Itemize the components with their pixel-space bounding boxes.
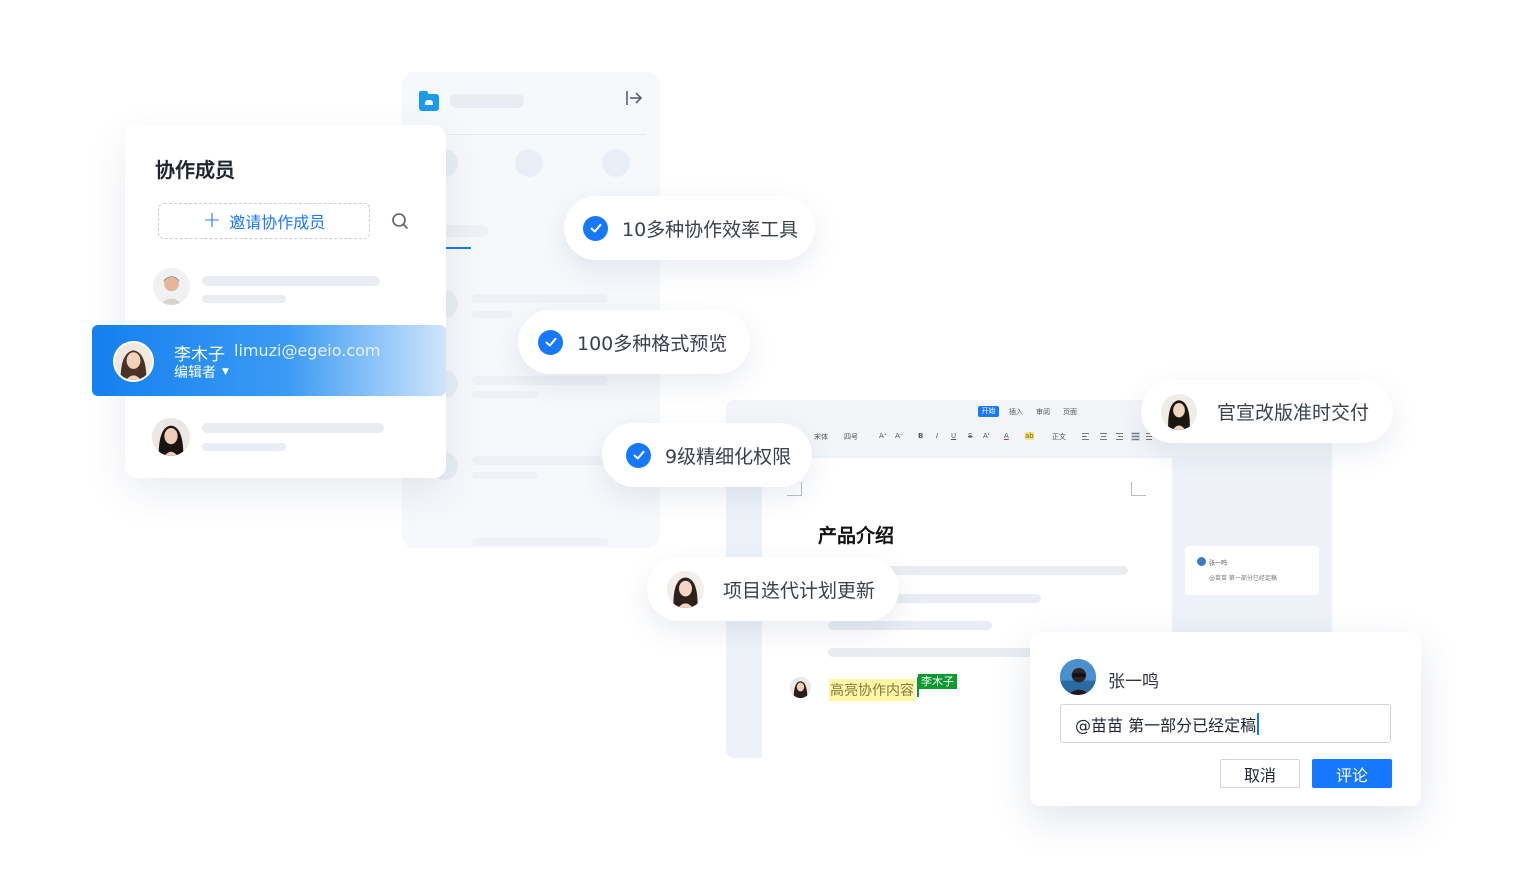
user-avatar <box>667 570 704 608</box>
text-cursor <box>1257 712 1259 735</box>
file-row-placeholder <box>472 456 608 465</box>
members-title: 协作成员 <box>155 158 235 182</box>
tab-insert[interactable]: 插入 <box>1009 407 1023 417</box>
activity-pill: 项目迭代计划更新 <box>647 557 899 621</box>
underline-button[interactable]: U <box>951 432 956 440</box>
collaborator-cursor-label: 李木子 <box>918 674 957 689</box>
role-dropdown[interactable]: 编辑者 ▼ <box>174 362 229 382</box>
commenter-name: 张一鸣 <box>1108 672 1159 692</box>
submit-comment-button[interactable]: 评论 <box>1312 759 1392 788</box>
divider <box>412 134 646 135</box>
comment-text: @苗苗 第一部分已经定稿 <box>1209 575 1277 582</box>
paragraph-style-select[interactable]: 正文 <box>1052 432 1066 442</box>
invite-label: 邀请协作成员 <box>229 213 326 232</box>
member-row-placeholder <box>202 423 384 433</box>
commenter-avatar <box>1060 659 1096 695</box>
text-line-placeholder <box>828 621 992 630</box>
activity-pill: 官宣改版准时交付 <box>1141 380 1393 443</box>
document-title: 产品介绍 <box>818 525 895 547</box>
tab-review[interactable]: 审阅 <box>1036 407 1050 417</box>
feature-label: 100多种格式预览 <box>577 332 728 355</box>
comment-author: 张一鸣 <box>1209 560 1228 567</box>
active-tab-indicator <box>446 247 471 249</box>
member-row-placeholder <box>202 276 380 286</box>
member-email: limuzi@egeio.com <box>234 341 381 360</box>
member-avatar-placeholder <box>602 149 630 177</box>
tab-start[interactable]: 开始 <box>978 406 999 417</box>
member-avatar <box>152 418 190 456</box>
check-circle-icon <box>626 442 651 468</box>
feature-label: 10多种协作效率工具 <box>622 218 799 241</box>
search-icon[interactable] <box>390 211 410 231</box>
comment-sidebar-card[interactable] <box>1185 546 1319 595</box>
tab-page[interactable]: 页面 <box>1063 407 1077 417</box>
feature-pill: 100多种格式预览 <box>518 310 750 374</box>
role-label: 编辑者 <box>174 365 216 381</box>
comment-input[interactable]: @苗苗 第一部分已经定稿 <box>1060 704 1391 743</box>
file-row-placeholder <box>472 294 608 303</box>
collaborator-avatar <box>790 677 811 698</box>
font-color-button[interactable]: A <box>1004 432 1009 440</box>
activity-label: 官宣改版准时交付 <box>1217 402 1370 424</box>
grow-font-button[interactable]: A⁺ <box>879 432 887 440</box>
align-buttons-icon[interactable] <box>1082 432 1152 441</box>
bold-button[interactable]: B <box>918 432 923 440</box>
check-circle-icon <box>583 215 608 241</box>
check-circle-icon <box>538 329 563 355</box>
font-family-select[interactable]: 宋体 <box>814 432 828 442</box>
plus-icon: + <box>202 208 222 233</box>
file-row-placeholder <box>472 391 538 398</box>
comment-input-value: @苗苗 第一部分已经定稿 <box>1075 715 1257 735</box>
file-row-placeholder <box>472 311 512 318</box>
member-row-placeholder <box>202 295 286 303</box>
page-corner-mark <box>1131 482 1146 496</box>
file-row-placeholder <box>472 538 608 546</box>
feature-pill: 10多种协作效率工具 <box>564 196 815 260</box>
member-row-placeholder <box>202 443 286 451</box>
text-effect-button[interactable]: A' <box>983 432 990 440</box>
text-line-placeholder <box>828 648 1038 657</box>
activity-label: 项目迭代计划更新 <box>723 579 876 602</box>
tab-placeholder <box>440 225 488 237</box>
member-avatar <box>113 341 154 382</box>
invite-member-button[interactable]: + 邀请协作成员 <box>158 203 370 239</box>
strikethrough-button[interactable]: S <box>968 432 972 440</box>
cancel-button[interactable]: 取消 <box>1220 759 1300 788</box>
comment-avatar <box>1197 557 1206 566</box>
highlight-button[interactable]: ab <box>1025 432 1034 440</box>
file-row-placeholder <box>472 472 538 479</box>
folder-name-placeholder <box>450 94 524 108</box>
member-avatar-placeholder <box>515 149 543 177</box>
exit-icon[interactable] <box>624 88 644 108</box>
italic-button[interactable]: I <box>936 432 938 440</box>
font-size-select[interactable]: 四号 <box>844 432 858 442</box>
feature-label: 9级精细化权限 <box>665 445 792 468</box>
member-avatar <box>153 268 190 305</box>
user-avatar <box>1161 393 1197 430</box>
file-row-placeholder <box>472 376 608 385</box>
chevron-down-icon: ▼ <box>222 367 229 377</box>
shared-folder-icon <box>419 91 439 111</box>
shrink-font-button[interactable]: A⁻ <box>895 432 903 440</box>
canvas: 协作成员 + 邀请协作成员 李木子 limuzi@egeio.com 编辑者 ▼ <box>0 0 1520 880</box>
feature-pill: 9级精细化权限 <box>602 423 812 487</box>
highlighted-text[interactable]: 高亮协作内容 <box>829 679 915 701</box>
